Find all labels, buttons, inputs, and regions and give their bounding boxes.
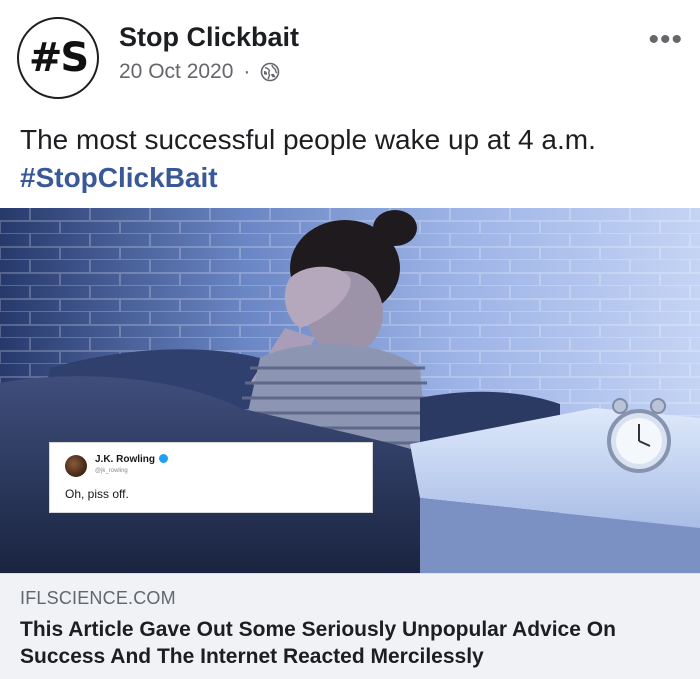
- link-domain: IFLSCIENCE.COM: [20, 588, 176, 608]
- post-text: The most successful people wake up at 4 …: [20, 121, 596, 197]
- link-preview[interactable]: IFLSCIENCE.COM This Article Gave Out Som…: [0, 573, 700, 679]
- tweet-text: Oh, piss off.: [65, 487, 129, 501]
- tweet-card: J.K. Rowling @jk_rowling Oh, piss off.: [49, 442, 373, 513]
- page-avatar[interactable]: #S: [17, 17, 99, 99]
- verified-badge-icon: [159, 454, 168, 463]
- tweet-avatar: [65, 455, 87, 477]
- facebook-post: #S Stop Clickbait 20 Oct 2020 · ••• The …: [0, 0, 700, 679]
- globe-icon[interactable]: [260, 62, 280, 82]
- link-title[interactable]: This Article Gave Out Some Seriously Unp…: [20, 616, 680, 670]
- author-name[interactable]: Stop Clickbait: [119, 22, 299, 53]
- hashtag-link[interactable]: #StopClickBait: [20, 159, 596, 197]
- photo-woman-in-bed: [0, 208, 700, 573]
- tweet-handle: @jk_rowling: [95, 468, 128, 474]
- post-image[interactable]: [0, 208, 700, 573]
- post-meta: 20 Oct 2020 ·: [119, 60, 280, 84]
- tweet-author: J.K. Rowling: [95, 454, 168, 465]
- avatar-text: #S: [28, 35, 89, 81]
- more-options-button[interactable]: •••: [648, 25, 683, 55]
- tweet-author-name: J.K. Rowling: [95, 454, 155, 465]
- meta-separator: ·: [243, 60, 251, 83]
- post-message: The most successful people wake up at 4 …: [20, 124, 596, 155]
- post-date[interactable]: 20 Oct 2020: [119, 60, 233, 84]
